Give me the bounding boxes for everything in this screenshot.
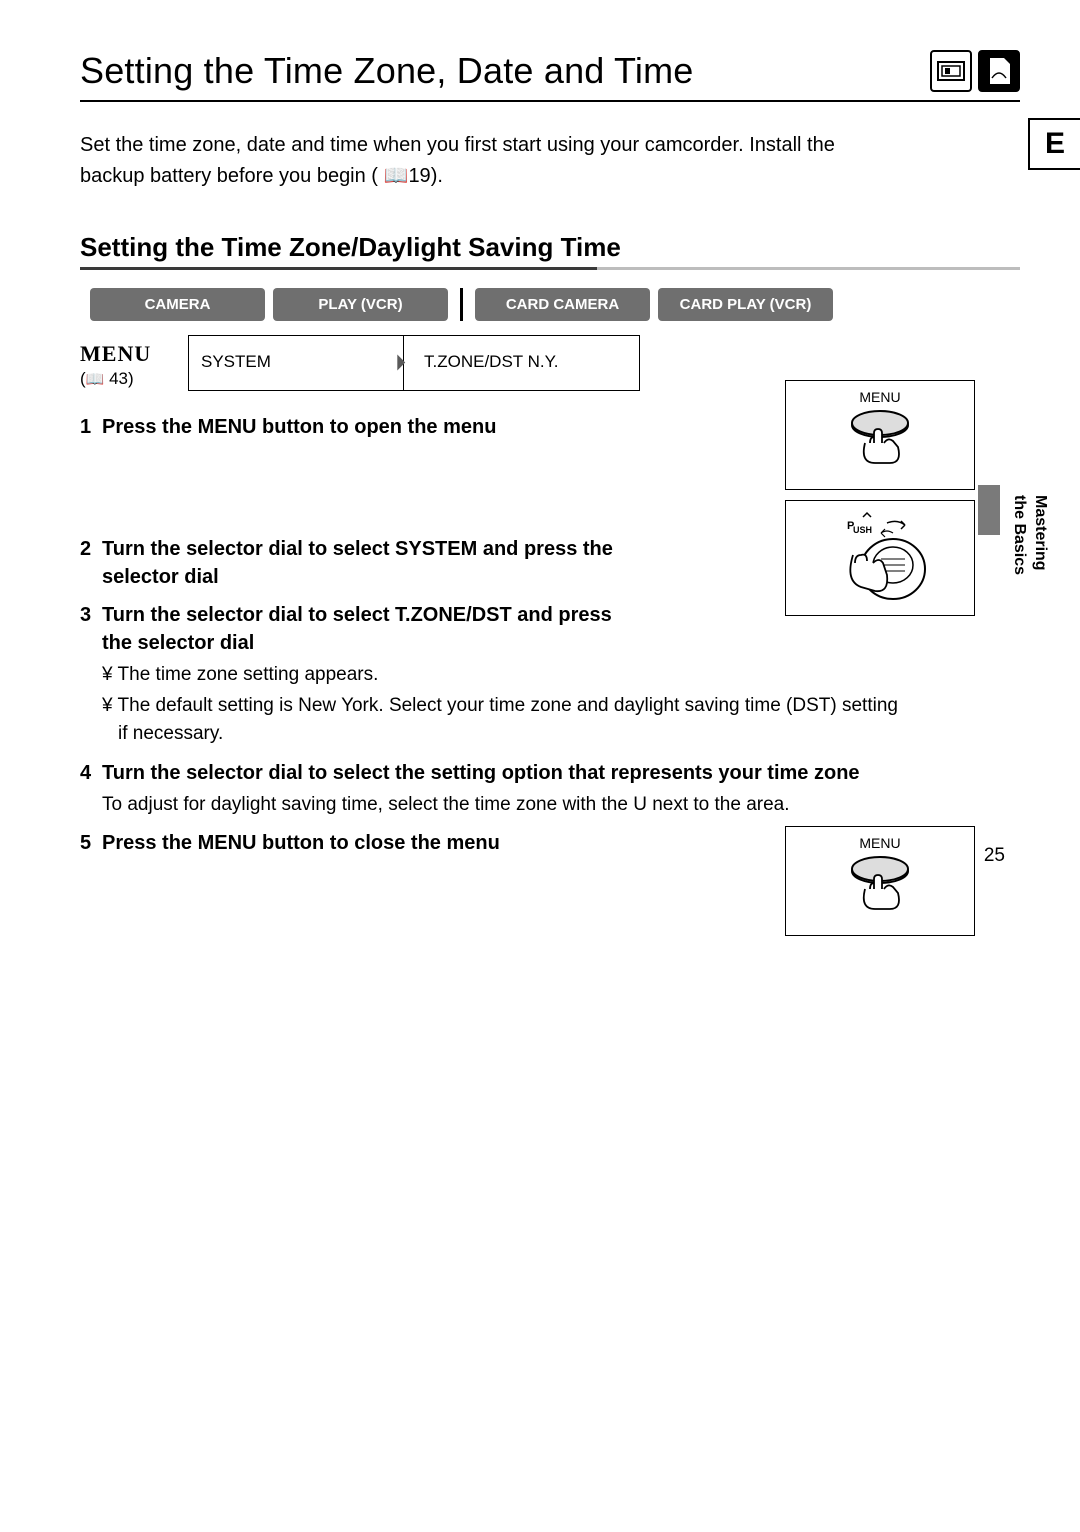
side-section-label: Mastering the Basics	[1008, 495, 1050, 575]
book-icon: 📖	[86, 371, 105, 388]
title-icons	[930, 50, 1020, 92]
illus-caption: MENU	[859, 389, 900, 405]
page-number: 25	[984, 845, 1005, 867]
step-heading: Press the MENU button to open the menu	[102, 413, 496, 441]
step-4: 4Turn the selector dial to select the se…	[80, 759, 1020, 820]
menu-label: MENU	[80, 341, 188, 367]
intro-line2-suffix: ).	[431, 165, 443, 187]
cassette-icon	[930, 50, 972, 92]
step-number: 3	[80, 601, 102, 657]
mode-camera: CAMERA	[90, 288, 265, 321]
intro-line1: Set the time zone, date and time when yo…	[80, 134, 835, 156]
bullet: ¥ The time zone setting appears.	[102, 661, 900, 690]
bullet: ¥ The default setting is New York. Selec…	[102, 692, 900, 749]
language-tab-e: E	[1028, 118, 1080, 170]
bullet-text: The time zone setting appears.	[118, 664, 379, 685]
title-row: Setting the Time Zone, Date and Time	[80, 50, 1020, 102]
intro-ref: 19	[408, 165, 430, 187]
book-icon: 📖	[384, 165, 409, 187]
page-title: Setting the Time Zone, Date and Time	[80, 50, 694, 92]
bullet-text: The default setting is New York. Select …	[118, 695, 898, 745]
mode-divider	[460, 288, 463, 321]
memory-card-icon	[978, 50, 1020, 92]
menu-box2-text: T.ZONE/DST N.Y.	[424, 352, 558, 371]
mode-card-camera: CARD CAMERA	[475, 288, 650, 321]
intro-line2-prefix: backup battery before you begin (	[80, 165, 378, 187]
step-number: 5	[80, 829, 102, 857]
step-heading: Press the MENU button to close the menu	[102, 829, 500, 857]
step-heading: Turn the selector dial to select SYSTEM …	[102, 535, 640, 591]
intro-text: Set the time zone, date and time when yo…	[80, 130, 840, 192]
menu-box-tzone: ⏵ T.ZONE/DST N.Y.	[404, 336, 639, 390]
mode-card-play-vcr: CARD PLAY (VCR)	[658, 288, 833, 321]
double-chevron-right-icon: ⏵	[395, 350, 406, 376]
mode-play-vcr: PLAY (VCR)	[273, 288, 448, 321]
svg-text:USH: USH	[853, 525, 872, 535]
side-text-1: Mastering	[1032, 495, 1049, 571]
step-number: 2	[80, 535, 102, 591]
step-heading: Turn the selector dial to select T.ZONE/…	[102, 601, 640, 657]
mode-row: CAMERA PLAY (VCR) CARD CAMERA CARD PLAY …	[90, 288, 1020, 321]
menu-box-system: SYSTEM	[189, 336, 404, 390]
illus-caption: MENU	[859, 835, 900, 851]
step-number: 1	[80, 413, 102, 441]
illustration-selector-dial: P USH	[785, 500, 975, 616]
step-body: To adjust for daylight saving time, sele…	[80, 791, 900, 820]
section-heading: Setting the Time Zone/Daylight Saving Ti…	[80, 232, 1020, 270]
side-text-2: the Basics	[1011, 495, 1028, 575]
illustration-menu-button-1: MENU	[785, 380, 975, 490]
step-heading: Turn the selector dial to select the set…	[102, 759, 860, 787]
menu-ref-num: 43	[109, 369, 128, 388]
illustration-menu-button-2: MENU	[785, 826, 975, 936]
side-marker	[978, 485, 1000, 535]
step-3: 3Turn the selector dial to select T.ZONE…	[80, 601, 1020, 749]
step-number: 4	[80, 759, 102, 787]
menu-reference: (📖 43)	[80, 369, 188, 389]
